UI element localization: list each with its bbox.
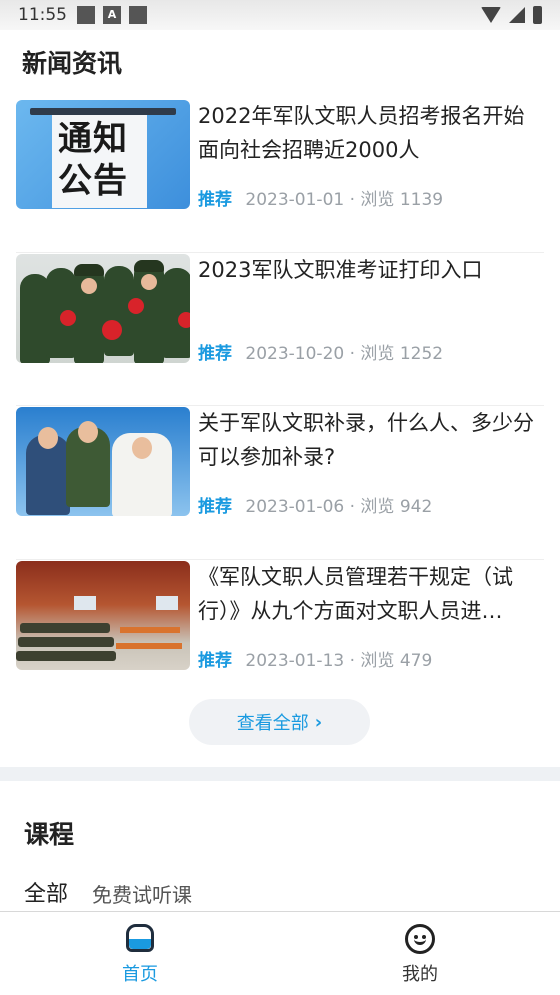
smile-icon — [405, 924, 435, 954]
cap-shape — [74, 263, 104, 276]
meta-separator: · — [349, 497, 361, 517]
meta-separator: · — [349, 650, 361, 671]
news-date: 2023-01-06 — [245, 497, 345, 517]
notice-text: 通知公告 — [58, 119, 128, 201]
view-all-button[interactable]: 查看全部 › — [189, 699, 370, 745]
tab-free-trial[interactable]: 免费试听课 — [92, 879, 192, 908]
news-title[interactable]: 关于军队文职补录，什么人、多少分可以参加补录? — [198, 406, 542, 474]
news-list: 通知公告 2022年军队文职人员招考报名开始面向社会招聘近2000人 推荐 20… — [0, 99, 560, 713]
screen-shape — [156, 595, 178, 610]
wifi-icon — [481, 7, 501, 23]
news-thumbnail[interactable] — [16, 253, 190, 363]
news-item[interactable]: 《军队文职人员管理若干规定（试行）》从九个方面对文职人员进… 推荐 2023-0… — [16, 560, 544, 714]
notification-square-icon — [77, 6, 95, 24]
desk-shape — [116, 642, 182, 649]
news-views: 浏览 1139 — [360, 190, 444, 210]
audience-row — [18, 636, 114, 647]
signal-icon — [509, 7, 525, 23]
section-divider — [0, 767, 560, 781]
audience-row — [16, 650, 116, 661]
red-flower — [128, 297, 144, 314]
home-icon — [126, 924, 154, 954]
news-meta: 推荐 2023-01-01 · 浏览 1139 — [198, 185, 443, 210]
news-meta: 推荐 2023-01-06 · 浏览 942 — [198, 492, 432, 517]
recommend-tag: 推荐 — [198, 497, 232, 517]
news-views: 浏览 1252 — [360, 343, 444, 364]
news-date: 2023-01-01 — [245, 190, 345, 210]
red-flower — [60, 309, 76, 326]
desk-shape — [120, 626, 180, 633]
status-time: 11:55 — [18, 5, 67, 25]
news-thumbnail[interactable] — [16, 407, 190, 516]
chevron-right-icon: › — [314, 711, 323, 733]
face-shape — [78, 421, 98, 443]
news-date: 2023-10-20 — [245, 343, 345, 364]
red-flower — [178, 311, 190, 328]
meta-separator: · — [349, 190, 361, 210]
meta-separator: · — [349, 343, 361, 364]
news-meta: 推荐 2023-10-20 · 浏览 1252 — [198, 339, 443, 364]
notification-a-icon: A — [103, 6, 121, 24]
face-shape — [81, 277, 97, 294]
face-shape — [132, 437, 152, 459]
cap-shape — [134, 259, 164, 272]
screen-shape — [74, 595, 96, 610]
news-title[interactable]: 2022年军队文职人员招考报名开始面向社会招聘近2000人 — [198, 99, 542, 167]
news-meta: 推荐 2023-01-13 · 浏览 479 — [198, 646, 432, 671]
news-views: 浏览 942 — [360, 497, 433, 517]
smile-icon-mouth — [414, 938, 426, 945]
news-date: 2023-01-13 — [245, 650, 345, 671]
home-icon-fill — [129, 939, 151, 949]
notification-square-icon — [129, 6, 147, 24]
news-item[interactable]: 关于军队文职补录，什么人、多少分可以参加补录? 推荐 2023-01-06 · … — [16, 406, 544, 560]
news-title[interactable]: 《军队文职人员管理若干规定（试行）》从九个方面对文职人员进… — [198, 560, 542, 628]
news-item[interactable]: 通知公告 2022年军队文职人员招考报名开始面向社会招聘近2000人 推荐 20… — [16, 99, 544, 253]
audience-row — [20, 622, 110, 633]
recommend-tag: 推荐 — [198, 343, 232, 364]
status-right-icons — [481, 6, 542, 24]
view-all-label: 查看全部 — [236, 713, 309, 734]
courses-section-title: 课程 — [24, 820, 75, 849]
battery-icon — [533, 6, 542, 24]
nav-item-home[interactable]: 首页 — [0, 912, 280, 995]
news-views: 浏览 479 — [360, 650, 433, 671]
news-title[interactable]: 2023军队文职准考证打印入口 — [198, 253, 542, 287]
nav-item-mine[interactable]: 我的 — [280, 912, 560, 995]
nav-label-home: 首页 — [122, 964, 158, 985]
recommend-tag: 推荐 — [198, 190, 232, 210]
news-thumbnail[interactable]: 通知公告 — [16, 100, 190, 209]
red-flower — [102, 319, 122, 340]
bottom-nav: 首页 我的 — [0, 911, 560, 995]
news-item[interactable]: 2023军队文职准考证打印入口 推荐 2023-10-20 · 浏览 1252 — [16, 253, 544, 406]
tab-label: 全部 — [24, 882, 69, 907]
notice-board-bar — [30, 108, 176, 115]
status-bar: 11:55 A — [0, 0, 560, 30]
face-shape — [141, 273, 157, 290]
news-thumbnail[interactable] — [16, 560, 190, 670]
recommend-tag: 推荐 — [198, 650, 232, 671]
face-shape — [38, 427, 58, 449]
tab-all[interactable]: 全部 — [24, 876, 69, 908]
course-tabs: 全部 免费试听课 — [24, 876, 192, 908]
nav-label-mine: 我的 — [402, 964, 438, 985]
news-section-title: 新闻资讯 — [22, 49, 123, 78]
